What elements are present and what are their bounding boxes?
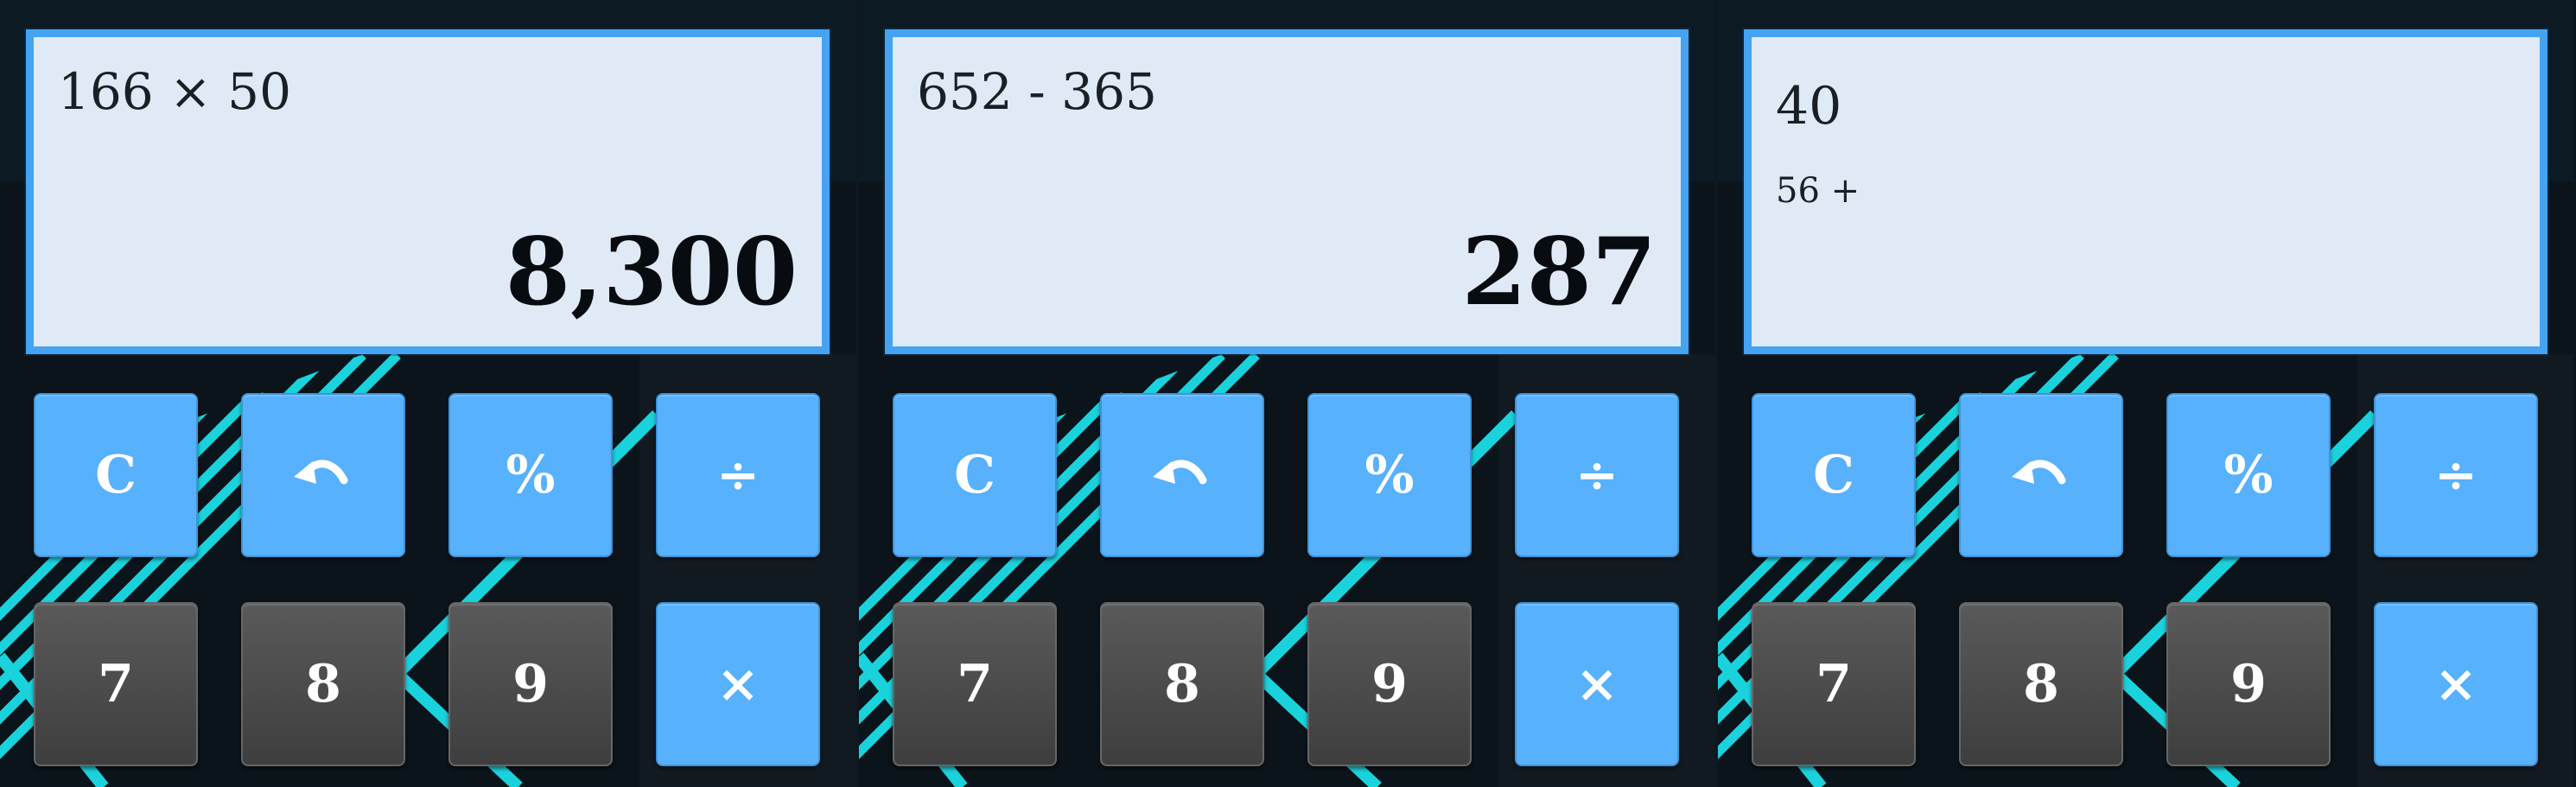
expression-text: 652 - 365 xyxy=(917,62,1157,121)
digit-8-button[interactable]: 8 xyxy=(1100,602,1264,766)
clear-button[interactable]: C xyxy=(893,393,1057,557)
digit-7-button[interactable]: 7 xyxy=(893,602,1057,766)
calculator-display: 652 - 365 287 xyxy=(885,29,1689,354)
calculator-display: 166 × 50 8,300 xyxy=(26,29,830,354)
digit-8-button[interactable]: 8 xyxy=(241,602,405,766)
result-text: 287 xyxy=(1461,218,1657,327)
multiply-button[interactable]: × xyxy=(656,602,820,766)
multiply-button[interactable]: × xyxy=(1515,602,1679,766)
expression-text: 166 × 50 xyxy=(58,62,291,121)
divide-button[interactable]: ÷ xyxy=(656,393,820,557)
undo-icon xyxy=(294,460,348,485)
undo-icon xyxy=(1153,460,1207,485)
expression-text: 40 xyxy=(1776,76,1842,136)
percent-button[interactable]: % xyxy=(2166,393,2331,557)
divide-button[interactable]: ÷ xyxy=(2374,393,2538,557)
calculator-display: 40 56 + xyxy=(1744,29,2547,354)
multiply-button[interactable]: × xyxy=(2374,602,2538,766)
digit-9-button[interactable]: 9 xyxy=(2166,602,2331,766)
digit-8-button[interactable]: 8 xyxy=(1959,602,2123,766)
calculator-panel-2: 652 - 365 287 C % ÷ 7 8 9 × xyxy=(859,0,1714,787)
percent-button[interactable]: % xyxy=(448,393,613,557)
digit-9-button[interactable]: 9 xyxy=(448,602,613,766)
digit-7-button[interactable]: 7 xyxy=(34,602,198,766)
clear-button[interactable]: C xyxy=(34,393,198,557)
result-text: 8,300 xyxy=(505,218,798,327)
undo-icon xyxy=(2012,460,2066,485)
digit-7-button[interactable]: 7 xyxy=(1752,602,1916,766)
undo-button[interactable] xyxy=(241,393,405,557)
percent-button[interactable]: % xyxy=(1307,393,1472,557)
undo-button[interactable] xyxy=(1100,393,1264,557)
undo-button[interactable] xyxy=(1959,393,2123,557)
pending-expression-text: 56 + xyxy=(1776,171,1860,211)
digit-9-button[interactable]: 9 xyxy=(1307,602,1472,766)
calculator-panel-1: 166 × 50 8,300 C % ÷ 7 8 9 × xyxy=(0,0,855,787)
calculator-panel-3: 40 56 + C % ÷ 7 8 9 × xyxy=(1718,0,2576,787)
clear-button[interactable]: C xyxy=(1752,393,1916,557)
divide-button[interactable]: ÷ xyxy=(1515,393,1679,557)
